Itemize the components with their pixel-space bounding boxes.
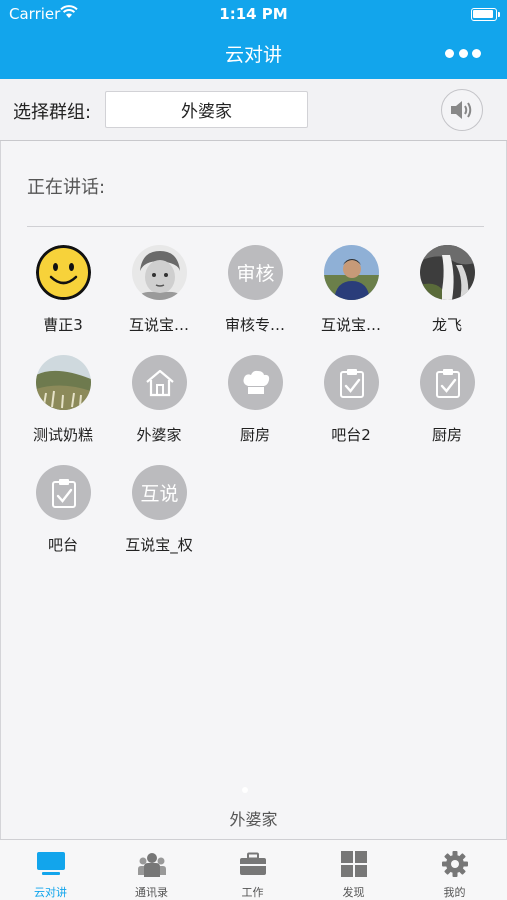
member-name: 审核专…: [224, 316, 285, 334]
member-name: 互说宝…: [128, 316, 189, 334]
grid-icon: [338, 849, 370, 879]
tab-label: 发现: [342, 886, 365, 899]
briefcase-icon: [237, 849, 269, 879]
member-name: 互说宝_权: [125, 536, 193, 554]
page-caption: 外婆家: [229, 810, 278, 829]
tab-intercom[interactable]: 云对讲: [0, 840, 101, 900]
member-name: 厨房: [431, 426, 462, 444]
app-header: Carrier 1:14 PM 云对讲: [0, 0, 507, 79]
chef-hat-icon: [228, 355, 283, 410]
status-bar: Carrier 1:14 PM: [0, 0, 507, 28]
house-icon: [132, 355, 187, 410]
speaker-icon: [451, 101, 472, 119]
landscape-photo: [36, 355, 91, 410]
member-name: 外婆家: [136, 426, 182, 444]
more-options-button[interactable]: [445, 42, 481, 64]
clipboard-check-icon: [36, 465, 91, 520]
page-indicator-dot: [242, 787, 248, 793]
clock: 1:14 PM: [219, 5, 288, 23]
smiley-face-icon: [36, 245, 91, 300]
waterfall-photo: [420, 245, 475, 300]
group-selector-bar: 选择群组: 外婆家: [0, 79, 507, 141]
tab-label: 通讯录: [135, 886, 168, 899]
speaking-label: 正在讲话:: [27, 177, 106, 198]
dot-icon: [472, 48, 481, 58]
member-name: 吧台2: [331, 426, 371, 444]
tab-label: 我的: [443, 886, 466, 899]
group-label: 选择群组:: [13, 102, 92, 123]
clipboard-check-icon: [420, 355, 475, 410]
tab-bar: 云对讲 通讯录 工作 发现 我的: [0, 839, 507, 900]
text-avatar: 审核: [228, 245, 283, 300]
tab-work[interactable]: 工作: [202, 840, 303, 900]
gear-icon: [439, 849, 471, 879]
clipboard-check-icon: [324, 355, 379, 410]
contacts-icon: [136, 849, 168, 879]
tab-label: 工作: [241, 886, 264, 899]
tab-contacts[interactable]: 通讯录: [101, 840, 202, 900]
member-name: 吧台: [47, 536, 78, 554]
monitor-icon: [35, 849, 67, 879]
child-photo: [132, 245, 187, 300]
member-name: 互说宝…: [320, 316, 381, 334]
member-name: 龙飞: [431, 316, 462, 334]
dot-icon: [445, 48, 454, 58]
group-select[interactable]: 外婆家: [105, 91, 308, 128]
dot-icon: [458, 48, 468, 58]
member-name: 曹正3: [43, 316, 83, 334]
page-title: 云对讲: [224, 44, 282, 66]
divider: [27, 226, 484, 227]
tab-label: 云对讲: [34, 886, 67, 899]
tab-discover[interactable]: 发现: [303, 840, 404, 900]
man-photo: [324, 245, 379, 300]
text-avatar: 互说: [132, 465, 187, 520]
battery-icon: [471, 8, 500, 21]
member-name: 测试奶糕: [32, 426, 93, 444]
tab-profile[interactable]: 我的: [404, 840, 505, 900]
speaker-button[interactable]: [441, 89, 483, 131]
intercom-panel: 正在讲话: 曹正3 互说宝… 审核 审核专… 互说宝… 龙飞 测试奶糕 外婆家 …: [0, 141, 507, 839]
member-name: 厨房: [239, 426, 270, 444]
